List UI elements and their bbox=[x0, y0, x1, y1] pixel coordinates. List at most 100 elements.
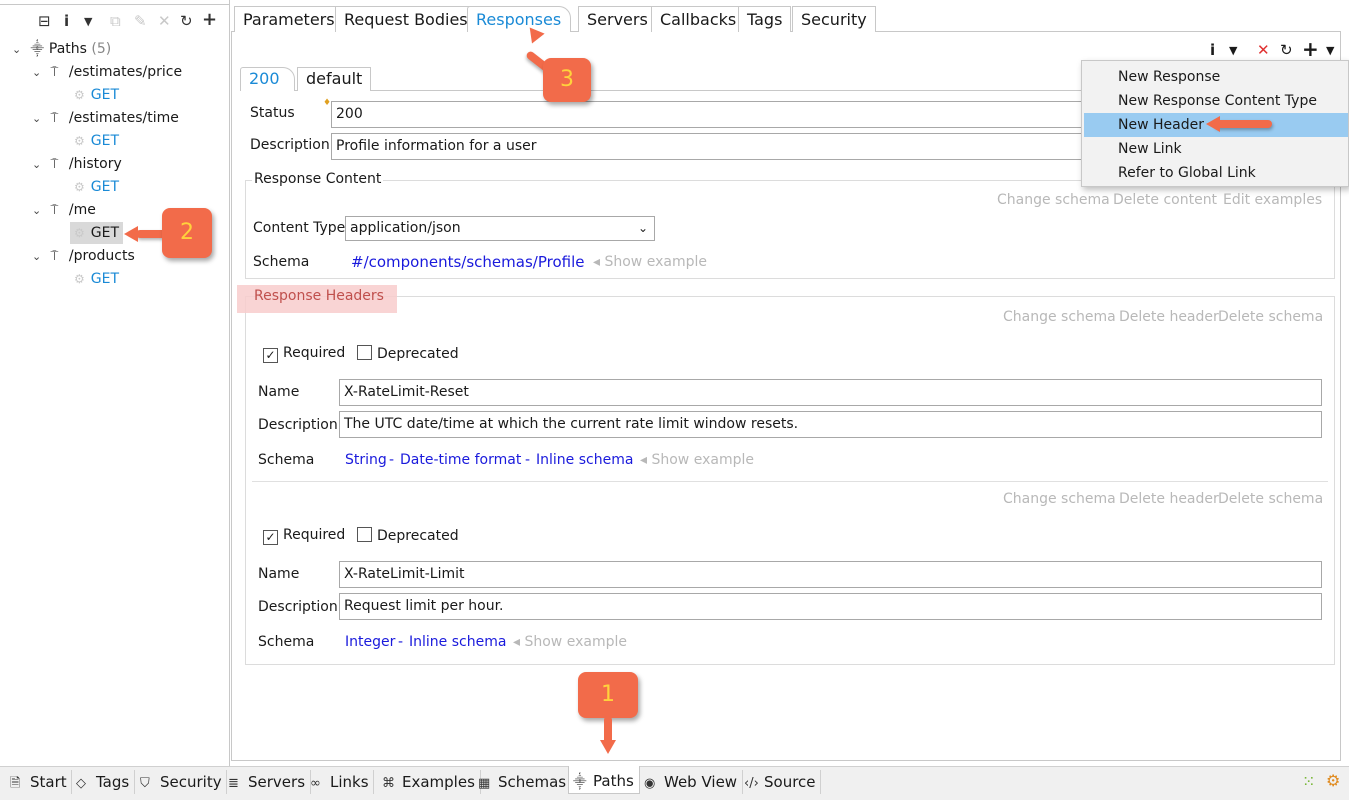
header-description-label: Description bbox=[258, 599, 338, 615]
content-type-select[interactable]: application/json ⌄ bbox=[345, 216, 655, 241]
deprecated-checkbox[interactable]: Deprecated bbox=[357, 345, 459, 362]
tree-method-item[interactable]: ⚙ GET bbox=[74, 268, 119, 290]
delete-header-link[interactable]: Delete header bbox=[1119, 491, 1219, 507]
tree-method-item-selected[interactable]: ⚙ GET bbox=[70, 222, 124, 244]
tab-servers[interactable]: Servers bbox=[578, 6, 657, 32]
add-dropdown-icon[interactable]: ▼ bbox=[1326, 44, 1334, 57]
required-marker-icon: ♦ bbox=[323, 98, 332, 108]
tab-response-default[interactable]: default bbox=[297, 67, 372, 91]
deprecated-checkbox[interactable]: Deprecated bbox=[357, 527, 459, 544]
tree-path-item[interactable]: ⌄ ⍑ /me bbox=[32, 199, 96, 221]
checkbox-checked-icon[interactable]: ✓ bbox=[263, 348, 278, 363]
dropdown-icon[interactable]: ▼ bbox=[84, 15, 92, 28]
edit-icon[interactable]: ✎ bbox=[134, 12, 147, 30]
examples-icon: ⌘ bbox=[382, 776, 395, 791]
checkbox-checked-icon[interactable]: ✓ bbox=[263, 530, 278, 545]
checkbox-unchecked-icon[interactable] bbox=[357, 527, 372, 542]
header-name-field[interactable]: X-RateLimit-Limit bbox=[339, 561, 1322, 588]
bottom-tab-source[interactable]: ‹/› Source bbox=[740, 770, 822, 794]
info-icon[interactable]: i bbox=[1210, 41, 1215, 59]
copy-icon[interactable]: ⧉ bbox=[110, 12, 121, 30]
tab-callbacks[interactable]: Callbacks bbox=[651, 6, 746, 32]
bottom-tab-tags[interactable]: ◇ Tags bbox=[72, 770, 135, 794]
separator: - bbox=[389, 452, 395, 468]
chevron-down-icon[interactable]: ⌄ bbox=[32, 246, 46, 268]
tab-parameters[interactable]: Parameters bbox=[234, 6, 344, 32]
bottom-tab-paths[interactable]: ⸎ Paths bbox=[568, 766, 640, 794]
header-inline-schema-link[interactable]: Inline schema bbox=[409, 634, 506, 650]
schema-link[interactable]: #/components/schemas/Profile bbox=[351, 253, 584, 271]
server-icon: ≣ bbox=[228, 776, 239, 791]
bottom-tab-links[interactable]: ∞ Links bbox=[306, 770, 375, 794]
tree-path-item[interactable]: ⌄ ⍑ /estimates/time bbox=[32, 107, 179, 129]
tree-path-item[interactable]: ⌄ ⍑ /products bbox=[32, 245, 135, 267]
delete-icon[interactable]: ✕ bbox=[1257, 41, 1270, 59]
path-icon: ⍑ bbox=[50, 157, 59, 172]
chevron-down-icon[interactable]: ⌄ bbox=[638, 217, 648, 240]
show-example-toggle[interactable]: ◂ Show example bbox=[640, 452, 754, 468]
add-icon[interactable]: + bbox=[1302, 37, 1319, 61]
header-name-field[interactable]: X-RateLimit-Reset bbox=[339, 379, 1322, 406]
chevron-down-icon[interactable]: ⌄ bbox=[32, 154, 46, 176]
refresh-icon[interactable]: ↻ bbox=[1280, 41, 1293, 59]
chevron-down-icon[interactable]: ⌄ bbox=[32, 200, 46, 222]
header-divider bbox=[252, 481, 1328, 482]
change-schema-link[interactable]: Change schema bbox=[1003, 491, 1116, 507]
tree-method-item[interactable]: ⚙ GET bbox=[74, 176, 119, 198]
change-schema-link[interactable]: Change schema bbox=[997, 192, 1110, 208]
delete-header-link[interactable]: Delete header bbox=[1119, 309, 1219, 325]
header-schema-type-link[interactable]: String bbox=[345, 452, 387, 468]
document-icon: 🗎 bbox=[10, 776, 21, 791]
tab-tags[interactable]: Tags bbox=[738, 6, 792, 32]
bottom-tab-start[interactable]: 🗎 Start bbox=[6, 770, 73, 794]
show-example-toggle[interactable]: ◂ Show example bbox=[513, 634, 627, 650]
info-icon[interactable]: i bbox=[64, 12, 69, 30]
bottom-tab-security[interactable]: ⛉ Security bbox=[136, 770, 228, 794]
header-description-field[interactable]: Request limit per hour. bbox=[339, 593, 1322, 620]
settings-gears-icon[interactable]: ⚙ bbox=[1326, 771, 1340, 790]
dropdown-icon[interactable]: ▼ bbox=[1229, 44, 1237, 57]
tab-security[interactable]: Security bbox=[792, 6, 876, 32]
chevron-down-icon[interactable]: ⌄ bbox=[32, 62, 46, 84]
chevron-down-icon[interactable]: ⌄ bbox=[12, 39, 26, 61]
tab-response-200[interactable]: 200 bbox=[240, 67, 295, 91]
collapse-all-icon[interactable]: ⊟ bbox=[38, 12, 51, 30]
change-schema-link[interactable]: Change schema bbox=[1003, 309, 1116, 325]
header-schema-type-link[interactable]: Integer bbox=[345, 634, 395, 650]
show-example-toggle[interactable]: ◂ Show example bbox=[593, 254, 707, 270]
checkbox-unchecked-icon[interactable] bbox=[357, 345, 372, 360]
bottom-tab-examples[interactable]: ⌘ Examples bbox=[378, 770, 481, 794]
delete-schema-link[interactable]: Delete schema bbox=[1218, 491, 1323, 507]
delete-schema-link[interactable]: Delete schema bbox=[1218, 309, 1323, 325]
add-icon[interactable]: + bbox=[202, 9, 217, 30]
header-inline-schema-link[interactable]: Inline schema bbox=[536, 452, 633, 468]
menu-item-new-response[interactable]: New Response bbox=[1084, 65, 1348, 89]
tree-path-label: /estimates/time bbox=[68, 110, 179, 126]
tag-icon: ◇ bbox=[76, 776, 86, 791]
delete-content-link[interactable]: Delete content bbox=[1113, 192, 1217, 208]
tab-request-bodies[interactable]: Request Bodies bbox=[335, 6, 477, 32]
tree-method-item[interactable]: ⚙ GET bbox=[74, 84, 119, 106]
edit-examples-link[interactable]: Edit examples bbox=[1223, 192, 1322, 208]
header-description-label: Description bbox=[258, 417, 338, 433]
delete-icon[interactable]: ✕ bbox=[158, 12, 171, 30]
refresh-icon[interactable]: ↻ bbox=[180, 12, 193, 30]
chevron-down-icon[interactable]: ⌄ bbox=[32, 108, 46, 130]
bottom-tab-schemas[interactable]: ▦ Schemas bbox=[474, 770, 572, 794]
required-checkbox[interactable]: ✓ Required bbox=[263, 527, 345, 545]
menu-item-new-response-content-type[interactable]: New Response Content Type bbox=[1084, 89, 1348, 113]
header-description-field[interactable]: The UTC date/time at which the current r… bbox=[339, 411, 1322, 438]
required-checkbox[interactable]: ✓ Required bbox=[263, 345, 345, 363]
header-schema-format-link[interactable]: Date-time format bbox=[400, 452, 521, 468]
tree-root-paths[interactable]: ⌄ ⸎ Paths (5) bbox=[12, 38, 111, 60]
grid-status-icon[interactable]: ⁙ bbox=[1302, 772, 1315, 791]
tab-responses[interactable]: Responses bbox=[467, 6, 571, 32]
tree-path-item[interactable]: ⌄ ⍑ /estimates/price bbox=[32, 61, 182, 83]
path-icon: ⍑ bbox=[50, 203, 59, 218]
tree-path-item[interactable]: ⌄ ⍑ /history bbox=[32, 153, 122, 175]
bottom-tab-servers[interactable]: ≣ Servers bbox=[224, 770, 311, 794]
bottom-tab-web-view[interactable]: ◉ Web View bbox=[640, 770, 743, 794]
menu-item-new-link[interactable]: New Link bbox=[1084, 137, 1348, 161]
menu-item-refer-global-link[interactable]: Refer to Global Link bbox=[1084, 161, 1348, 185]
tree-method-item[interactable]: ⚙ GET bbox=[74, 130, 119, 152]
